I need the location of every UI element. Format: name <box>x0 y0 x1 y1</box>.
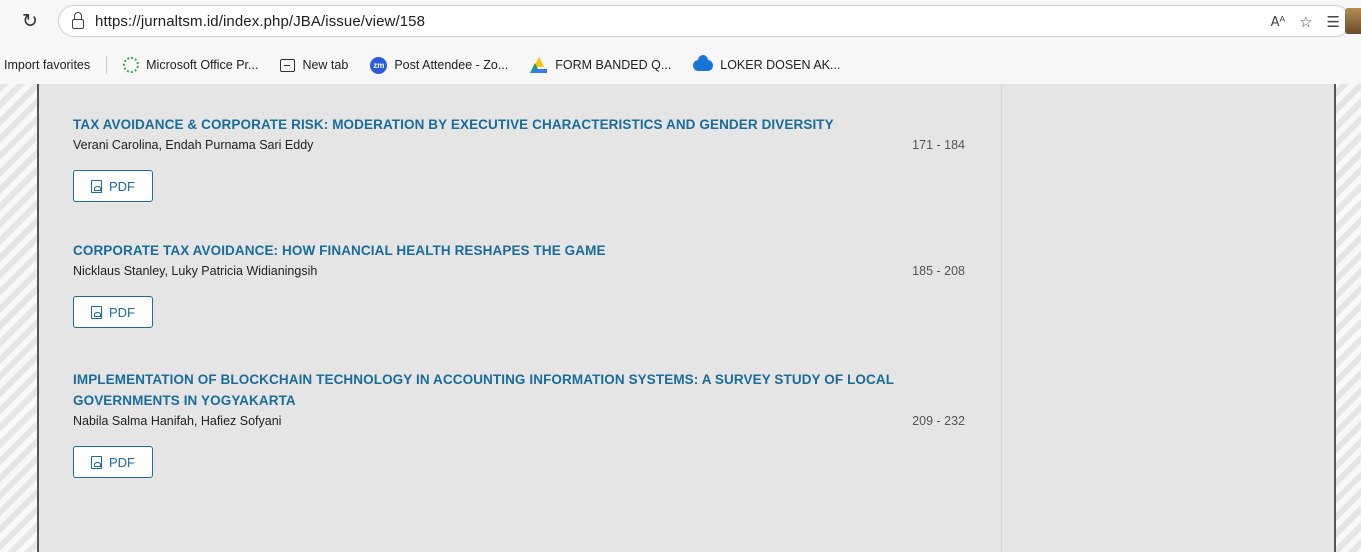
pdf-button-label: PDF <box>109 304 135 320</box>
page-frame: TAX AVOIDANCE & CORPORATE RISK: MODERATI… <box>37 84 1336 552</box>
pdf-button[interactable]: PDF <box>73 296 153 328</box>
article-title-link[interactable]: CORPORATE TAX AVOIDANCE: HOW FINANCIAL H… <box>73 240 965 261</box>
pdf-file-icon <box>91 455 102 469</box>
bookmark-form-banded[interactable]: FORM BANDED Q... <box>519 57 682 73</box>
pdf-button[interactable]: PDF <box>73 446 153 478</box>
bookmark-microsoft-office[interactable]: Microsoft Office Pr... <box>112 57 269 73</box>
issue-article-list: TAX AVOIDANCE & CORPORATE RISK: MODERATI… <box>39 84 1001 552</box>
article-pages: 209 - 232 <box>912 414 965 428</box>
bookmarks-divider <box>106 56 108 74</box>
article-authors: Verani Carolina, Endah Purnama Sari Eddy <box>73 138 314 152</box>
bookmark-import-favorites[interactable]: Import favorites <box>0 58 101 72</box>
favorites-list-icon[interactable]: ☰ <box>1327 13 1340 31</box>
bookmark-label: LOKER DOSEN AK... <box>720 58 841 72</box>
article-pages: 171 - 184 <box>912 138 965 152</box>
lock-icon[interactable] <box>71 12 85 30</box>
bookmark-post-attendee-zoom[interactable]: zm Post Attendee - Zo... <box>359 56 519 74</box>
url-text[interactable]: https://jurnaltsm.id/index.php/JBA/issue… <box>95 13 425 30</box>
onedrive-cloud-icon <box>693 54 714 71</box>
bookmark-loker-dosen[interactable]: LOKER DOSEN AK... <box>682 54 851 72</box>
article-title-link[interactable]: IMPLEMENTATION OF BLOCKCHAIN TECHNOLOGY … <box>73 369 965 411</box>
article-title-link[interactable]: TAX AVOIDANCE & CORPORATE RISK: MODERATI… <box>73 114 965 135</box>
pdf-button-label: PDF <box>109 454 135 470</box>
article-authors: Nicklaus Stanley, Luky Patricia Widianin… <box>73 264 318 278</box>
bookmark-label: Import favorites <box>4 58 91 72</box>
microsoft-office-icon <box>123 57 140 73</box>
article-meta: Nicklaus Stanley, Luky Patricia Widianin… <box>73 264 965 282</box>
address-bar-row: ↻ https://jurnaltsm.id/index.php/JBA/iss… <box>0 0 1361 46</box>
reload-icon[interactable]: ↻ <box>22 10 44 32</box>
article-pages: 185 - 208 <box>912 264 965 278</box>
bookmark-label: FORM BANDED Q... <box>555 58 672 72</box>
favorite-star-icon[interactable]: ☆ <box>1299 13 1312 31</box>
article-item: CORPORATE TAX AVOIDANCE: HOW FINANCIAL H… <box>73 240 965 328</box>
article-meta: Verani Carolina, Endah Purnama Sari Eddy… <box>73 138 965 156</box>
sidebar <box>1001 84 1336 552</box>
profile-avatar[interactable] <box>1345 8 1361 34</box>
article-authors: Nabila Salma Hanifah, Hafiez Sofyani <box>73 414 282 428</box>
pdf-file-icon <box>91 179 102 193</box>
pdf-button[interactable]: PDF <box>73 170 153 202</box>
page-viewport: TAX AVOIDANCE & CORPORATE RISK: MODERATI… <box>0 84 1361 552</box>
pdf-file-icon <box>91 305 102 319</box>
article-item: TAX AVOIDANCE & CORPORATE RISK: MODERATI… <box>73 114 965 202</box>
new-tab-icon <box>280 58 296 72</box>
bookmark-label: Post Attendee - Zo... <box>394 58 509 72</box>
zoom-icon: zm <box>370 56 388 74</box>
article-meta: Nabila Salma Hanifah, Hafiez Sofyani 209… <box>73 414 965 432</box>
address-bar[interactable]: https://jurnaltsm.id/index.php/JBA/issue… <box>58 5 1351 37</box>
read-aloud-icon[interactable]: Aᴬ <box>1271 15 1286 30</box>
bookmark-label: Microsoft Office Pr... <box>146 58 259 72</box>
bookmarks-bar: Import favorites Microsoft Office Pr... … <box>0 46 1361 84</box>
article-item: IMPLEMENTATION OF BLOCKCHAIN TECHNOLOGY … <box>73 369 965 478</box>
address-bar-actions: Aᴬ ☆ ☰ <box>1271 6 1340 38</box>
pdf-button-label: PDF <box>109 178 135 194</box>
bookmark-new-tab[interactable]: New tab <box>269 58 359 72</box>
bookmark-label: New tab <box>302 58 349 72</box>
google-drive-icon <box>530 57 548 73</box>
